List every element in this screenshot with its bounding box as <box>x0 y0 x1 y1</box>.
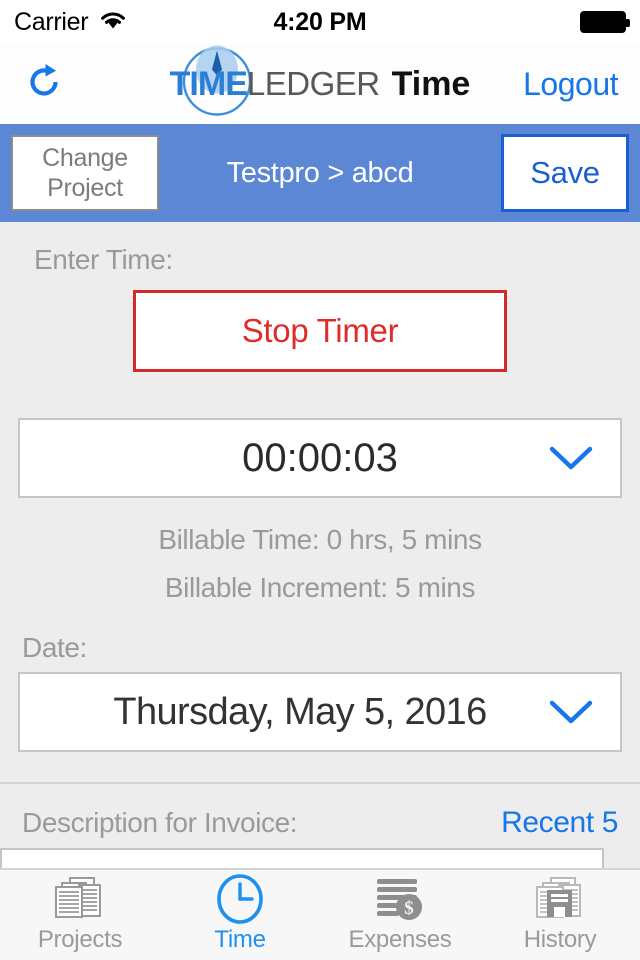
description-header: Description for Invoice: Recent 5 <box>22 806 618 840</box>
refresh-button[interactable] <box>22 61 68 108</box>
building-archive-icon <box>529 876 591 922</box>
description-label: Description for Invoice: <box>22 807 298 838</box>
billable-info: Billable Time: 0 hrs, 5 mins Billable In… <box>0 524 640 604</box>
tab-history[interactable]: History <box>480 870 640 960</box>
main-content: Enter Time: Stop Timer 00:00:03 Billable… <box>0 244 640 908</box>
tab-label-history: History <box>523 926 597 953</box>
date-picker-field[interactable]: Thursday, May 5, 2016 <box>18 672 622 752</box>
clock-icon <box>214 874 266 924</box>
brand-ledger-text: LEDGER <box>246 65 380 102</box>
clock-emblem-icon <box>178 43 256 126</box>
tab-expenses[interactable]: $ Expenses <box>320 870 480 960</box>
tab-label-time: Time <box>214 926 266 953</box>
change-project-button[interactable]: Change Project <box>11 135 159 211</box>
battery-full-icon <box>580 11 630 33</box>
recent-5-button[interactable]: Recent 5 <box>501 806 618 840</box>
refresh-icon <box>25 61 65 108</box>
tab-time[interactable]: Time <box>160 870 320 960</box>
section-divider <box>0 782 640 784</box>
logout-button[interactable]: Logout <box>523 66 618 103</box>
status-bar: Carrier 4:20 PM <box>0 0 640 44</box>
money-lines-icon: $ <box>371 876 429 922</box>
change-project-line1: Change <box>42 144 128 172</box>
tab-projects[interactable]: Projects <box>0 870 160 960</box>
nav-bar: TIME LEDGER Time Logout <box>0 44 640 124</box>
brand-suffix-text: Time <box>391 64 471 103</box>
date-label: Date: <box>22 632 87 663</box>
app-root: Carrier 4:20 PM TIME LEDGER Time Logout … <box>0 0 640 960</box>
billable-increment-label: Billable Increment: 5 mins <box>164 572 476 603</box>
status-bar-right <box>580 11 630 33</box>
timer-value: 00:00:03 <box>242 435 398 480</box>
brand-inner: TIME LEDGER Time <box>169 45 471 116</box>
enter-time-label: Enter Time: <box>34 244 173 275</box>
brand-time-text: TIME <box>169 64 248 103</box>
tab-label-projects: Projects <box>37 926 123 953</box>
svg-text:$: $ <box>404 898 414 919</box>
timer-display-field[interactable]: 00:00:03 <box>18 418 622 498</box>
status-bar-clock: 4:20 PM <box>273 7 367 36</box>
date-value: Thursday, May 5, 2016 <box>113 690 487 733</box>
documents-stack-icon <box>48 876 112 922</box>
save-button[interactable]: Save <box>501 134 629 212</box>
billable-time-label: Billable Time: 0 hrs, 5 mins <box>158 524 482 555</box>
project-bar: Change Project Testpro > abcd Save <box>0 124 640 222</box>
tab-label-expenses: Expenses <box>348 926 452 953</box>
chevron-down-icon[interactable] <box>548 444 594 472</box>
chevron-down-icon[interactable] <box>548 698 594 726</box>
change-project-line2: Project <box>47 174 123 202</box>
stop-timer-button[interactable]: Stop Timer <box>133 290 507 372</box>
tab-bar: Projects Time $ Expenses History <box>0 868 640 960</box>
